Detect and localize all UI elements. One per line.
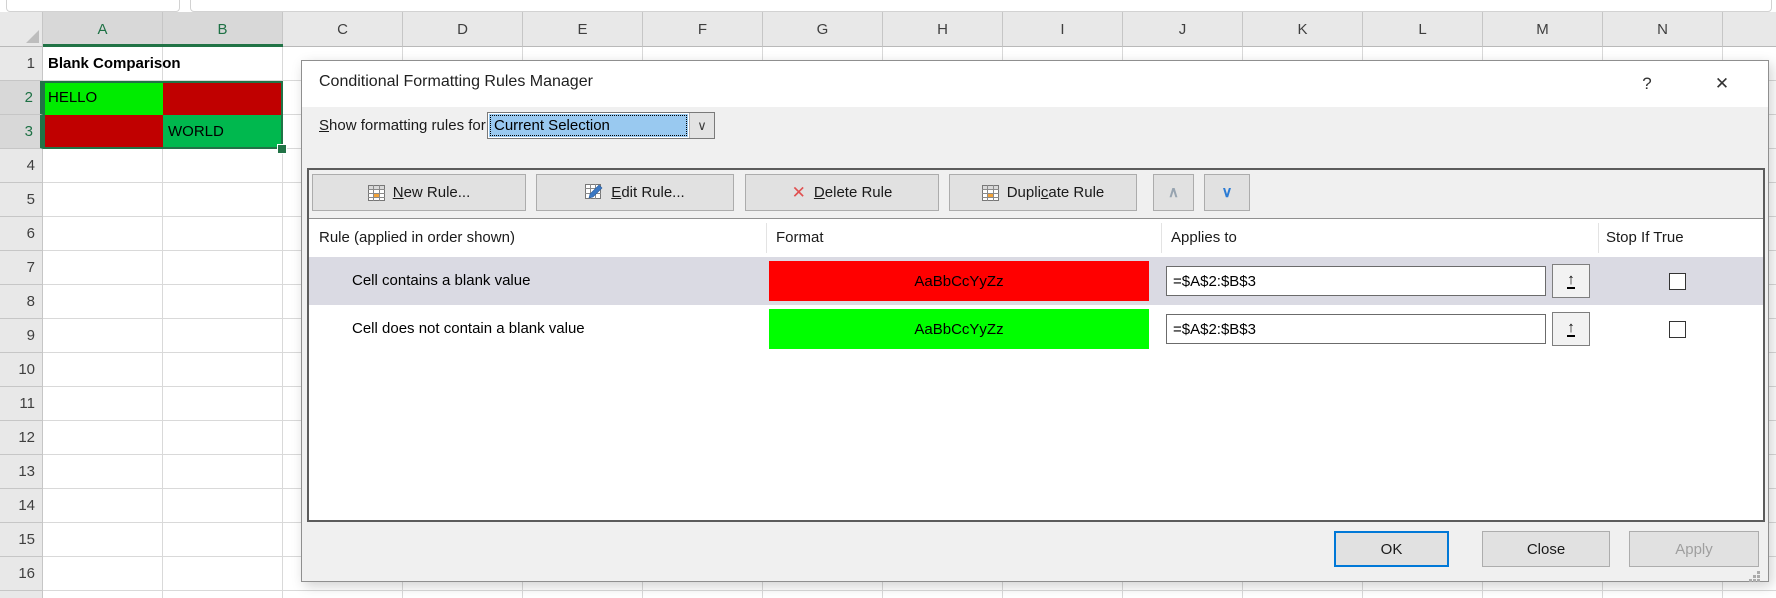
row-header-8[interactable]: 8 xyxy=(0,285,43,319)
column-divider xyxy=(1161,223,1162,253)
chevron-down-icon: ∨ xyxy=(1222,185,1233,200)
row-header-partial[interactable] xyxy=(0,591,43,598)
close-button[interactable]: Close xyxy=(1482,531,1610,567)
collapse-dialog-button[interactable]: ↑ xyxy=(1552,312,1590,346)
column-headers: A B C D E F G H I J K L M N xyxy=(43,12,1776,47)
rule-description: Cell does not contain a blank value xyxy=(352,305,585,353)
excel-window: A B C D E F G H I J K L M N 1 2 3 4 5 6 … xyxy=(0,0,1776,598)
show-rules-label-mnemonic: S xyxy=(319,117,329,134)
resize-grip[interactable] xyxy=(1757,571,1760,574)
format-column-header: Format xyxy=(776,219,824,257)
table-icon xyxy=(368,185,385,201)
edit-rule-label: Edit Rule... xyxy=(611,184,684,201)
row-header-14[interactable]: 14 xyxy=(0,489,43,523)
new-rule-label: New Rule... xyxy=(393,184,471,201)
row-header-2[interactable]: 2 xyxy=(0,81,43,115)
column-header-h[interactable]: H xyxy=(883,12,1003,47)
show-rules-dropdown[interactable]: Current Selection ∨ xyxy=(487,112,715,139)
apply-button[interactable]: Apply xyxy=(1629,531,1759,567)
row-header-16[interactable]: 16 xyxy=(0,557,43,591)
row-header-11[interactable]: 11 xyxy=(0,387,43,421)
conditional-formatting-rules-manager-dialog: Conditional Formatting Rules Manager ? ✕… xyxy=(301,60,1769,582)
red-x-icon: ✕ xyxy=(792,184,806,201)
column-header-e[interactable]: E xyxy=(523,12,643,47)
column-header-g[interactable]: G xyxy=(763,12,883,47)
applies-to-input[interactable]: =$A$2:$B$3 xyxy=(1166,266,1546,296)
ok-button[interactable]: OK xyxy=(1334,531,1449,567)
column-header-n[interactable]: N xyxy=(1603,12,1723,47)
close-icon: ✕ xyxy=(1715,74,1729,94)
show-rules-selected-value: Current Selection xyxy=(489,114,688,137)
format-preview: AaBbCcYyZz xyxy=(769,309,1149,349)
applies-to-column-header: Applies to xyxy=(1171,219,1237,257)
new-rule-button[interactable]: New Rule... xyxy=(312,174,526,211)
range-picker-icon: ↑ xyxy=(1567,273,1575,289)
column-header-a[interactable]: A xyxy=(43,12,163,47)
collapse-dialog-button[interactable]: ↑ xyxy=(1552,264,1590,298)
rules-panel: New Rule... Edit Rule... ✕ Delete Rule xyxy=(307,168,1765,522)
delete-rule-label: Delete Rule xyxy=(814,184,892,201)
dialog-titlebar[interactable]: Conditional Formatting Rules Manager ? ✕ xyxy=(302,61,1768,107)
applies-to-input[interactable]: =$A$2:$B$3 xyxy=(1166,314,1546,344)
column-header-d[interactable]: D xyxy=(403,12,523,47)
stop-if-true-checkbox[interactable] xyxy=(1669,273,1686,290)
rule-row-blank[interactable]: Cell contains a blank value AaBbCcYyZz =… xyxy=(309,257,1763,305)
cell-a1[interactable]: Blank Comparison xyxy=(43,47,343,81)
duplicate-rule-label: Duplicate Rule xyxy=(1007,184,1105,201)
move-rule-up-button[interactable]: ∧ xyxy=(1153,174,1194,211)
show-rules-label-rest: how formatting rules for: xyxy=(329,117,490,134)
column-header-i[interactable]: I xyxy=(1003,12,1123,47)
row-header-6[interactable]: 6 xyxy=(0,217,43,251)
formula-input-bottom xyxy=(190,0,1772,12)
rules-list: Rule (applied in order shown) Format App… xyxy=(309,218,1763,520)
chevron-down-icon[interactable]: ∨ xyxy=(689,113,714,138)
stop-if-true-column-header: Stop If True xyxy=(1606,219,1684,257)
column-divider xyxy=(766,223,767,253)
column-header-k[interactable]: K xyxy=(1243,12,1363,47)
column-header-m[interactable]: M xyxy=(1483,12,1603,47)
column-header-l[interactable]: L xyxy=(1363,12,1483,47)
rule-row-not-blank[interactable]: Cell does not contain a blank value AaBb… xyxy=(309,305,1763,353)
range-picker-icon: ↑ xyxy=(1567,321,1575,337)
row-header-7[interactable]: 7 xyxy=(0,251,43,285)
table-icon xyxy=(982,185,999,201)
column-header-partial[interactable] xyxy=(1723,12,1776,47)
row-header-3[interactable]: 3 xyxy=(0,115,43,149)
column-header-c[interactable]: C xyxy=(283,12,403,47)
delete-rule-button[interactable]: ✕ Delete Rule xyxy=(745,174,939,211)
chevron-up-icon: ∧ xyxy=(1168,185,1179,200)
row-header-5[interactable]: 5 xyxy=(0,183,43,217)
selection-border xyxy=(43,81,283,149)
dialog-title: Conditional Formatting Rules Manager xyxy=(319,73,593,91)
table-pencil-icon xyxy=(585,184,603,201)
row-header-13[interactable]: 13 xyxy=(0,455,43,489)
row-headers: 1 2 3 4 5 6 7 8 9 10 11 12 13 14 15 16 xyxy=(0,47,43,598)
name-box-bottom xyxy=(6,0,180,12)
column-header-j[interactable]: J xyxy=(1123,12,1243,47)
column-header-b[interactable]: B xyxy=(163,12,283,47)
select-all-corner[interactable] xyxy=(0,12,43,47)
duplicate-rule-button[interactable]: Duplicate Rule xyxy=(949,174,1137,211)
move-rule-down-button[interactable]: ∨ xyxy=(1204,174,1250,211)
show-rules-label: Show formatting rules for: xyxy=(319,117,490,134)
help-icon: ? xyxy=(1642,74,1651,94)
row-header-4[interactable]: 4 xyxy=(0,149,43,183)
help-button[interactable]: ? xyxy=(1632,69,1662,99)
fill-handle[interactable] xyxy=(277,144,287,154)
format-preview: AaBbCcYyZz xyxy=(769,261,1149,301)
column-divider xyxy=(1598,223,1599,253)
dialog-close-button[interactable]: ✕ xyxy=(1707,69,1737,99)
edit-rule-button[interactable]: Edit Rule... xyxy=(536,174,734,211)
formula-bar-bottom xyxy=(0,0,1776,12)
row-header-1[interactable]: 1 xyxy=(0,47,43,81)
row-header-10[interactable]: 10 xyxy=(0,353,43,387)
row-header-9[interactable]: 9 xyxy=(0,319,43,353)
column-header-f[interactable]: F xyxy=(643,12,763,47)
rule-column-header: Rule (applied in order shown) xyxy=(319,219,515,257)
row-header-15[interactable]: 15 xyxy=(0,523,43,557)
rule-description: Cell contains a blank value xyxy=(352,257,530,305)
row-header-12[interactable]: 12 xyxy=(0,421,43,455)
stop-if-true-checkbox[interactable] xyxy=(1669,321,1686,338)
